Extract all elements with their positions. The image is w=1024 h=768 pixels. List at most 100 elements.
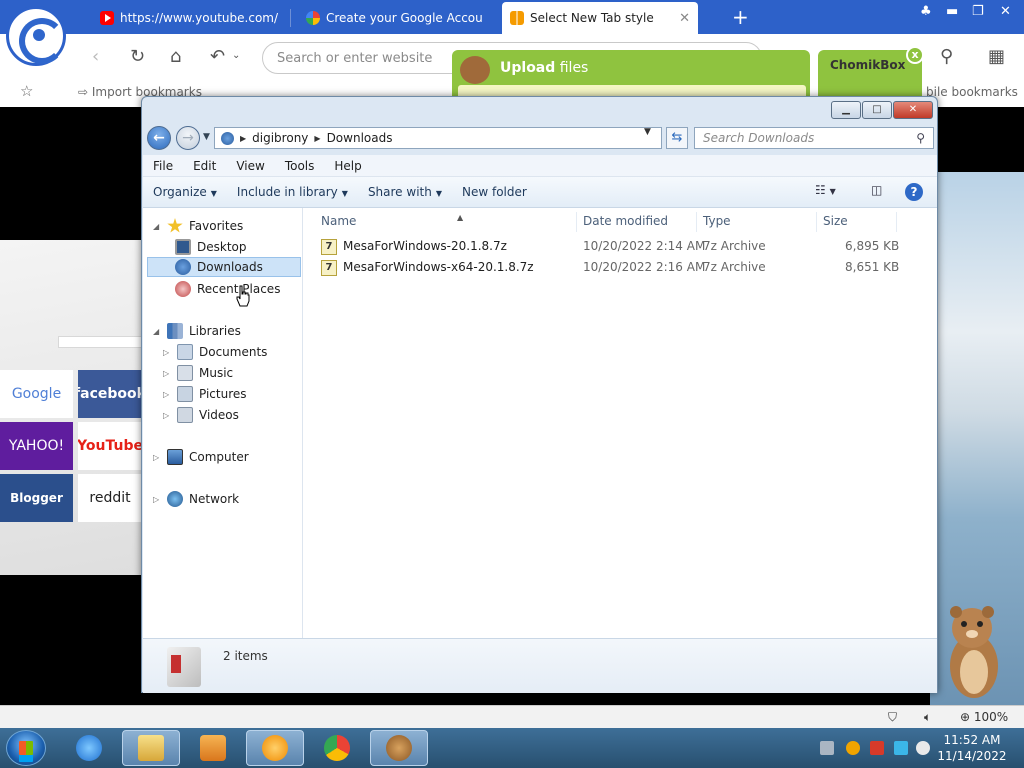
organize-button[interactable]: Organize ▼ [143,185,227,199]
include-in-library-button[interactable]: Include in library ▼ [227,185,358,199]
chevron-down-icon[interactable]: ⌄ [232,50,240,61]
address-placeholder: Search or enter website [277,50,433,66]
taskbar-uc-browser[interactable] [246,730,304,766]
collapse-arrow-icon[interactable]: ▷ [163,369,171,378]
uc-browser-logo[interactable] [6,6,66,66]
tile-blogger[interactable]: Blogger [0,474,73,522]
minimize-button[interactable]: ▁ [831,101,861,119]
search-icon[interactable]: ⚲ [916,131,925,145]
clock-time: 11:52 AM [943,733,1001,747]
preview-pane-icon[interactable]: ◫ [871,183,882,197]
tray-search-icon[interactable] [846,741,860,755]
taskbar-clock[interactable]: 11:52 AM 11/14/2022 [934,732,1010,764]
tray-display-icon[interactable] [894,741,908,755]
tray-flag-icon[interactable] [870,741,884,755]
recent-pages-dropdown[interactable]: ▼ [203,132,210,142]
tile-yahoo[interactable]: YAHOO! [0,422,73,470]
taskbar-media-player[interactable] [184,730,242,766]
help-icon[interactable]: ? [905,183,923,201]
nav-documents[interactable]: ▷ Documents [163,342,323,362]
view-options-icon[interactable]: ☷ ▼ [815,183,836,197]
breadcrumb[interactable]: ▶ digibrony ▶ Downloads [214,127,662,149]
menu-tools[interactable]: Tools [275,159,325,173]
tray-volume-icon[interactable] [916,741,930,755]
tab-google-account[interactable]: Create your Google Accou ✕ [298,4,490,32]
search-icon[interactable]: ⚲ [940,46,953,67]
taskbar-explorer[interactable] [122,730,180,766]
collapse-arrow-icon[interactable]: ▷ [163,411,171,420]
chomikbox-close-icon[interactable]: x [906,46,924,64]
column-name[interactable]: Name ▲ [315,212,577,232]
forward-button[interactable]: → [176,126,200,150]
file-row[interactable]: 7 MesaForWindows-x64-20.1.8.7z 10/20/202… [317,257,937,278]
minimize-icon[interactable]: ▬ [946,4,958,19]
column-date-modified[interactable]: Date modified [577,212,697,232]
close-tab-icon[interactable]: ✕ [489,11,490,26]
back-icon[interactable]: ‹ [92,46,99,67]
taskbar-internet-explorer[interactable] [60,730,118,766]
nav-pictures[interactable]: ▷ Pictures [163,384,323,404]
shield-icon[interactable]: ⛉ [888,710,897,725]
menu-view[interactable]: View [226,159,274,173]
expand-arrow-icon[interactable]: ◢ [153,222,161,231]
home-icon[interactable]: ⌂ [170,46,181,67]
nav-network[interactable]: ▷ Network [153,489,313,509]
nav-music[interactable]: ▷ Music [163,363,323,383]
close-window-icon[interactable]: ✕ [1000,4,1011,19]
tile-youtube[interactable]: YouTube [78,422,142,470]
collapse-arrow-icon[interactable]: ▷ [163,390,171,399]
expand-arrow-icon[interactable]: ◢ [153,327,161,336]
collapse-arrow-icon[interactable]: ▷ [153,495,161,504]
zoom-control[interactable]: ⊕ 100% [960,710,1008,724]
new-tab-button[interactable]: + [732,5,749,29]
nav-computer[interactable]: ▷ Computer [153,447,313,467]
restore-icon[interactable]: ❐ [972,4,984,19]
address-dropdown-icon[interactable]: ▼ [644,127,651,137]
window-controls: ▁ □ ✕ [831,101,933,119]
nav-downloads[interactable]: Downloads [147,257,301,277]
nav-libraries[interactable]: ◢ Libraries [153,321,313,341]
command-bar: Organize ▼ Include in library ▼ Share with… [143,177,937,208]
close-tab-icon[interactable]: ✕ [679,11,690,26]
chevron-right-icon[interactable]: ▶ [314,134,320,143]
share-with-button[interactable]: Share with ▼ [358,185,452,199]
tile-facebook[interactable]: facebook [78,370,142,418]
tab-strip: https://www.youtube.com/ ✕ Create your G… [0,0,1024,34]
taskbar-chomikbox[interactable] [370,730,428,766]
new-folder-button[interactable]: New folder [452,185,537,199]
collapse-arrow-icon[interactable]: ▷ [163,348,171,357]
tab-youtube[interactable]: https://www.youtube.com/ ✕ [92,4,282,32]
refresh-button[interactable]: ⇆ [666,127,688,149]
collapse-arrow-icon[interactable]: ▷ [153,453,161,462]
column-type[interactable]: Type [697,212,817,232]
recent-places-icon [175,281,191,297]
chevron-right-icon[interactable]: ▶ [240,134,246,143]
file-row[interactable]: 7 MesaForWindows-20.1.8.7z 10/20/2022 2:… [317,236,937,257]
apps-grid-icon[interactable]: ▦ [988,46,1005,67]
tile-reddit[interactable]: reddit [78,474,142,522]
nav-favorites[interactable]: ◢ Favorites [153,216,313,236]
tile-google[interactable]: Google [0,370,73,418]
start-button[interactable] [6,730,46,766]
mobile-bookmarks-link[interactable]: bile bookmarks [926,85,1018,99]
reload-icon[interactable]: ↻ [130,46,145,67]
tab-new-tab-style[interactable]: Select New Tab style ✕ [502,2,698,34]
menu-help[interactable]: Help [324,159,371,173]
volume-icon[interactable]: 🔈︎ [924,710,931,725]
menu-edit[interactable]: Edit [183,159,226,173]
tray-app-icon[interactable] [820,741,834,755]
search-input[interactable]: Search Downloads ⚲ [694,127,934,149]
skin-icon[interactable]: ♣ [920,4,932,19]
menu-file[interactable]: File [143,159,183,173]
breadcrumb-digibrony[interactable]: digibrony [252,131,308,145]
taskbar-chrome[interactable] [308,730,366,766]
back-button[interactable]: ← [147,126,171,150]
undo-close-icon[interactable]: ↶ [210,46,225,67]
star-icon[interactable]: ☆ [20,82,33,100]
column-size[interactable]: Size [817,212,897,232]
maximize-button[interactable]: □ [862,101,892,119]
close-button[interactable]: ✕ [893,101,933,119]
file-type: 7z Archive [703,239,766,253]
breadcrumb-downloads[interactable]: Downloads [327,131,393,145]
nav-videos[interactable]: ▷ Videos [163,405,323,425]
